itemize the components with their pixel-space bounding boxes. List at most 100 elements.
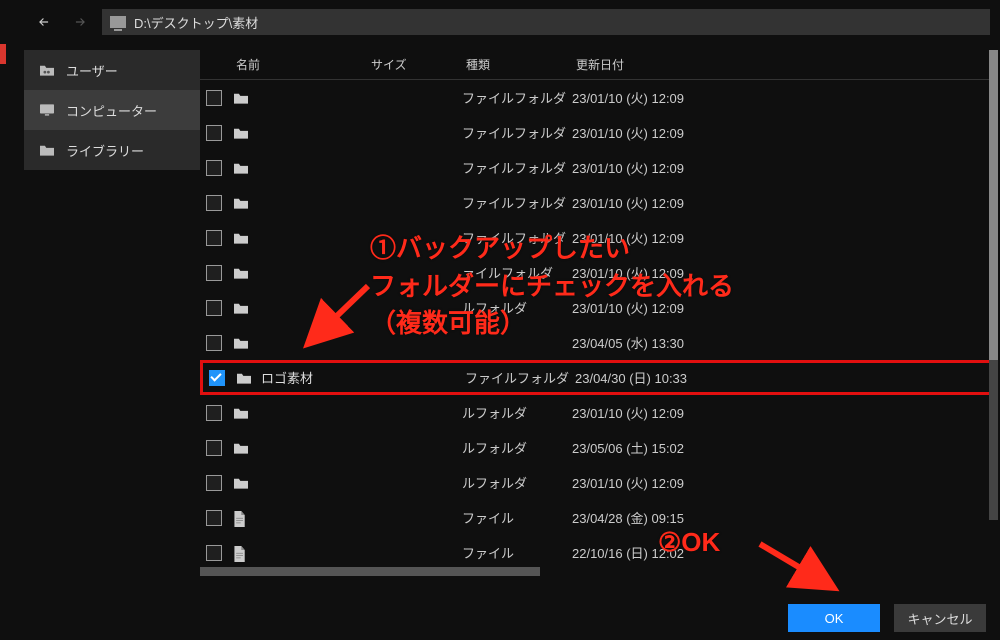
- row-modified: 23/01/10 (火) 12:09: [572, 228, 992, 247]
- folder-icon: [232, 126, 250, 140]
- ok-button[interactable]: OK: [788, 604, 880, 632]
- row-checkbox[interactable]: [206, 475, 222, 491]
- folder-icon: [232, 91, 250, 105]
- users-folder-icon: [38, 63, 56, 77]
- col-size[interactable]: サイズ: [371, 56, 466, 73]
- table-row[interactable]: ァイルフォルダ23/01/10 (火) 12:09: [200, 255, 992, 290]
- folder-icon: [232, 441, 250, 455]
- row-modified: 23/01/10 (火) 12:09: [572, 473, 992, 492]
- table-row[interactable]: ロゴ素材 ファイルフォルダ23/04/30 (日) 10:33: [200, 360, 992, 395]
- row-checkbox[interactable]: [206, 335, 222, 351]
- table-row[interactable]: ファイルフォルダ23/01/10 (火) 12:09: [200, 150, 992, 185]
- table-row[interactable]: ファイルフォルダ23/01/10 (火) 12:09: [200, 220, 992, 255]
- row-checkbox[interactable]: [206, 265, 222, 281]
- table-row[interactable]: 23/04/05 (水) 13:30: [200, 325, 992, 360]
- row-checkbox[interactable]: [206, 125, 222, 141]
- sidebar: ユーザー コンピューター ライブラリー: [24, 50, 200, 170]
- row-modified: 23/04/28 (金) 09:15: [572, 508, 992, 527]
- file-list: ファイルフォルダ23/01/10 (火) 12:09ファイルフォルダ23/01/…: [200, 80, 992, 565]
- table-row[interactable]: ファイルフォルダ23/01/10 (火) 12:09: [200, 185, 992, 220]
- col-modified[interactable]: 更新日付: [576, 56, 992, 73]
- folder-icon: [38, 143, 56, 157]
- monitor-icon: [110, 16, 126, 28]
- row-type: ファイル: [462, 543, 572, 562]
- row-modified: 23/01/10 (火) 12:09: [572, 193, 992, 212]
- column-header: 名前 サイズ 種類 更新日付: [200, 50, 992, 80]
- sidebar-item-computer[interactable]: コンピューター: [24, 90, 200, 130]
- path-text: D:\デスクトップ\素材: [134, 13, 258, 32]
- table-row[interactable]: ファイルフォルダ23/01/10 (火) 12:09: [200, 80, 992, 115]
- horizontal-scrollbar[interactable]: [200, 567, 540, 576]
- folder-icon: [232, 161, 250, 175]
- sidebar-item-library[interactable]: ライブラリー: [24, 130, 200, 170]
- table-row[interactable]: ファイル23/04/28 (金) 09:15: [200, 500, 992, 535]
- row-type: ルフォルダ: [462, 403, 572, 422]
- file-panel: 名前 サイズ 種類 更新日付 ファイルフォルダ23/01/10 (火) 12:0…: [200, 50, 992, 565]
- row-modified: 23/01/10 (火) 12:09: [572, 88, 992, 107]
- file-icon: [232, 511, 250, 525]
- row-modified: 23/01/10 (火) 12:09: [572, 263, 992, 282]
- folder-icon: [232, 231, 250, 245]
- col-name[interactable]: 名前: [236, 56, 371, 73]
- path-input[interactable]: D:\デスクトップ\素材: [102, 9, 990, 35]
- nav-back-button[interactable]: [30, 10, 58, 34]
- table-row[interactable]: ファイル22/10/16 (日) 12:02: [200, 535, 992, 565]
- row-type: ファイルフォルダ: [465, 368, 575, 387]
- table-row[interactable]: ルフォルダ23/05/06 (土) 15:02: [200, 430, 992, 465]
- folder-icon: [232, 301, 250, 315]
- row-checkbox[interactable]: [206, 545, 222, 561]
- table-row[interactable]: ルフォルダ23/01/10 (火) 12:09: [200, 465, 992, 500]
- row-type: ルフォルダ: [462, 473, 572, 492]
- cancel-button[interactable]: キャンセル: [894, 604, 986, 632]
- sidebar-item-users[interactable]: ユーザー: [24, 50, 200, 90]
- nav-forward-button[interactable]: [66, 10, 94, 34]
- row-type: ルフォルダ: [462, 298, 572, 317]
- row-type: ファイル: [462, 508, 572, 527]
- row-checkbox[interactable]: [206, 195, 222, 211]
- folder-icon: [232, 406, 250, 420]
- row-checkbox[interactable]: [206, 300, 222, 316]
- table-row[interactable]: ルフォルダ23/01/10 (火) 12:09: [200, 395, 992, 430]
- row-type: ルフォルダ: [462, 438, 572, 457]
- monitor-icon: [38, 103, 56, 117]
- folder-icon: [232, 336, 250, 350]
- top-bar: D:\デスクトップ\素材: [30, 8, 990, 36]
- row-type: ファイルフォルダ: [462, 193, 572, 212]
- vertical-scrollbar[interactable]: [989, 50, 998, 520]
- row-modified: 23/01/10 (火) 12:09: [572, 123, 992, 142]
- folder-icon: [232, 266, 250, 280]
- row-modified: 22/10/16 (日) 12:02: [572, 543, 992, 562]
- row-checkbox[interactable]: [206, 90, 222, 106]
- row-type: ファイルフォルダ: [462, 228, 572, 247]
- row-type: ファイルフォルダ: [462, 88, 572, 107]
- row-checkbox[interactable]: [209, 370, 225, 386]
- sidebar-item-label: コンピューター: [66, 101, 157, 120]
- row-checkbox[interactable]: [206, 160, 222, 176]
- accent-stripe: [0, 44, 6, 64]
- row-checkbox[interactable]: [206, 440, 222, 456]
- sidebar-item-label: ユーザー: [66, 61, 118, 80]
- folder-icon: [235, 371, 253, 385]
- row-modified: 23/01/10 (火) 12:09: [572, 158, 992, 177]
- file-icon: [232, 546, 250, 560]
- sidebar-item-label: ライブラリー: [66, 141, 144, 160]
- row-modified: 23/01/10 (火) 12:09: [572, 298, 992, 317]
- row-modified: 23/01/10 (火) 12:09: [572, 403, 992, 422]
- row-checkbox[interactable]: [206, 510, 222, 526]
- row-modified: 23/04/05 (水) 13:30: [572, 333, 992, 352]
- row-checkbox[interactable]: [206, 405, 222, 421]
- row-modified: 23/05/06 (土) 15:02: [572, 438, 992, 457]
- row-type: ァイルフォルダ: [462, 263, 572, 282]
- row-name: ロゴ素材: [261, 368, 370, 387]
- dialog-footer: OK キャンセル: [788, 604, 986, 632]
- table-row[interactable]: ルフォルダ23/01/10 (火) 12:09: [200, 290, 992, 325]
- table-row[interactable]: ファイルフォルダ23/01/10 (火) 12:09: [200, 115, 992, 150]
- row-type: ファイルフォルダ: [462, 123, 572, 142]
- row-type: ファイルフォルダ: [462, 158, 572, 177]
- folder-icon: [232, 476, 250, 490]
- row-checkbox[interactable]: [206, 230, 222, 246]
- folder-icon: [232, 196, 250, 210]
- scrollbar-thumb[interactable]: [989, 50, 998, 360]
- col-type[interactable]: 種類: [466, 56, 576, 73]
- row-modified: 23/04/30 (日) 10:33: [575, 368, 989, 387]
